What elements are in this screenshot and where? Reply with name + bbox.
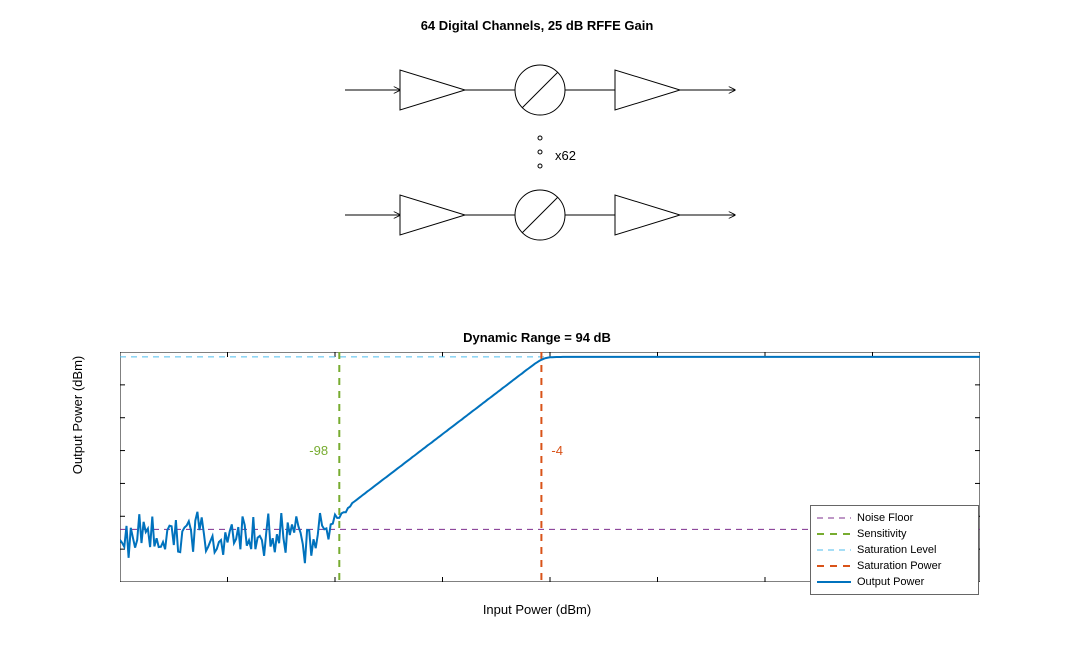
legend-item: Sensitivity — [817, 526, 972, 542]
x-axis-label: Input Power (dBm) — [0, 602, 1074, 617]
legend-label: Saturation Level — [857, 544, 937, 556]
repeat-count-label: x62 — [555, 148, 576, 163]
dynamic-range-chart: Dynamic Range = 94 dB Input Power (dBm) … — [0, 330, 1074, 630]
diagram-block: 64 Digital Channels, 25 dB RFFE Gain — [0, 0, 1074, 290]
legend-item: Saturation Power — [817, 558, 972, 574]
saturation-power-annotation: -4 — [551, 443, 563, 458]
y-axis-label: Output Power (dBm) — [70, 300, 85, 530]
legend-label: Output Power — [857, 576, 924, 588]
diagram-title: 64 Digital Channels, 25 dB RFFE Gain — [0, 18, 1074, 33]
channel-chain-top — [345, 65, 735, 115]
legend-item: Noise Floor — [817, 510, 972, 526]
chart-title: Dynamic Range = 94 dB — [0, 330, 1074, 345]
legend-label: Sensitivity — [857, 528, 907, 540]
legend-item: Saturation Level — [817, 542, 972, 558]
sensitivity-annotation: -98 — [309, 443, 328, 458]
legend-label: Saturation Power — [857, 560, 941, 572]
legend-label: Noise Floor — [857, 512, 913, 524]
rffe-diagram — [0, 40, 1074, 270]
legend-item: Output Power — [817, 574, 972, 590]
channel-chain-bottom — [345, 190, 735, 240]
legend: Noise Floor Sensitivity Saturation Level Sa… — [810, 505, 979, 595]
